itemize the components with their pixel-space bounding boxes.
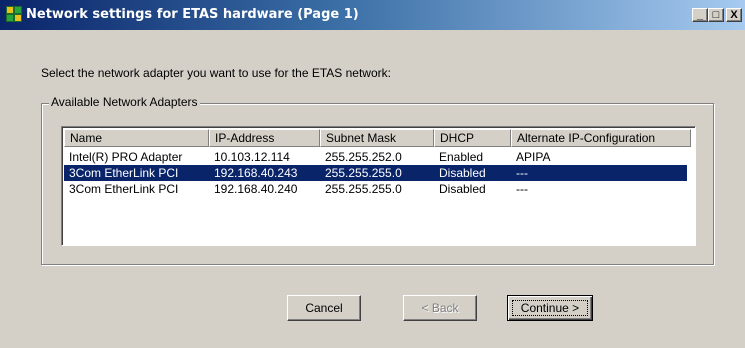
column-header-ip-address[interactable]: IP-Address <box>209 129 320 147</box>
cell-ip-address: 192.168.40.240 <box>214 182 298 196</box>
network-adapter-list[interactable]: Name IP-Address Subnet Mask DHCP Alterna… <box>61 126 696 246</box>
title-bar[interactable]: Network settings for ETAS hardware (Page… <box>0 0 745 30</box>
cell-alternate-ip: --- <box>516 166 528 180</box>
continue-button[interactable]: Continue > <box>507 295 593 321</box>
table-row[interactable]: Intel(R) PRO Adapter 10.103.12.114 255.2… <box>64 149 687 165</box>
column-header-dhcp[interactable]: DHCP <box>434 129 511 147</box>
cancel-button-label: Cancel <box>305 301 343 315</box>
table-row-selected[interactable]: 3Com EtherLink PCI 192.168.40.243 255.25… <box>64 165 687 181</box>
cell-subnet-mask: 255.255.255.0 <box>325 182 402 196</box>
network-app-icon <box>6 6 22 22</box>
cell-dhcp: Disabled <box>439 182 486 196</box>
continue-button-label: Continue > <box>520 301 580 315</box>
minimize-icon: _ <box>696 9 704 21</box>
cell-dhcp: Enabled <box>439 150 484 164</box>
cell-alternate-ip: APIPA <box>516 150 551 164</box>
cell-ip-address: 10.103.12.114 <box>214 150 290 164</box>
cell-subnet-mask: 255.255.252.0 <box>325 150 402 164</box>
close-button[interactable]: X <box>726 8 742 22</box>
column-header-alternate-ip[interactable]: Alternate IP-Configuration <box>511 129 691 147</box>
maximize-icon: □ <box>712 9 720 21</box>
group-box-label: Available Network Adapters <box>49 95 200 109</box>
cell-name: Intel(R) PRO Adapter <box>69 150 183 164</box>
minimize-button[interactable]: _ <box>692 8 708 22</box>
close-icon: X <box>730 9 738 21</box>
table-row[interactable]: 3Com EtherLink PCI 192.168.40.240 255.25… <box>64 181 687 197</box>
instruction-text: Select the network adapter you want to u… <box>41 66 391 80</box>
window-title: Network settings for ETAS hardware (Page… <box>26 7 359 22</box>
cell-subnet-mask: 255.255.255.0 <box>325 166 402 180</box>
maximize-button[interactable]: □ <box>708 8 724 22</box>
cell-ip-address: 192.168.40.243 <box>214 166 298 180</box>
back-button-label: < Back <box>421 301 459 315</box>
cell-name: 3Com EtherLink PCI <box>69 166 179 180</box>
cancel-button[interactable]: Cancel <box>287 295 361 321</box>
list-header: Name IP-Address Subnet Mask DHCP Alterna… <box>64 129 693 147</box>
cell-dhcp: Disabled <box>439 166 486 180</box>
back-button[interactable]: < Back <box>403 295 477 321</box>
column-header-subnet-mask[interactable]: Subnet Mask <box>320 129 434 147</box>
cell-alternate-ip: --- <box>516 182 528 196</box>
cell-name: 3Com EtherLink PCI <box>69 182 179 196</box>
column-header-name[interactable]: Name <box>64 129 209 147</box>
